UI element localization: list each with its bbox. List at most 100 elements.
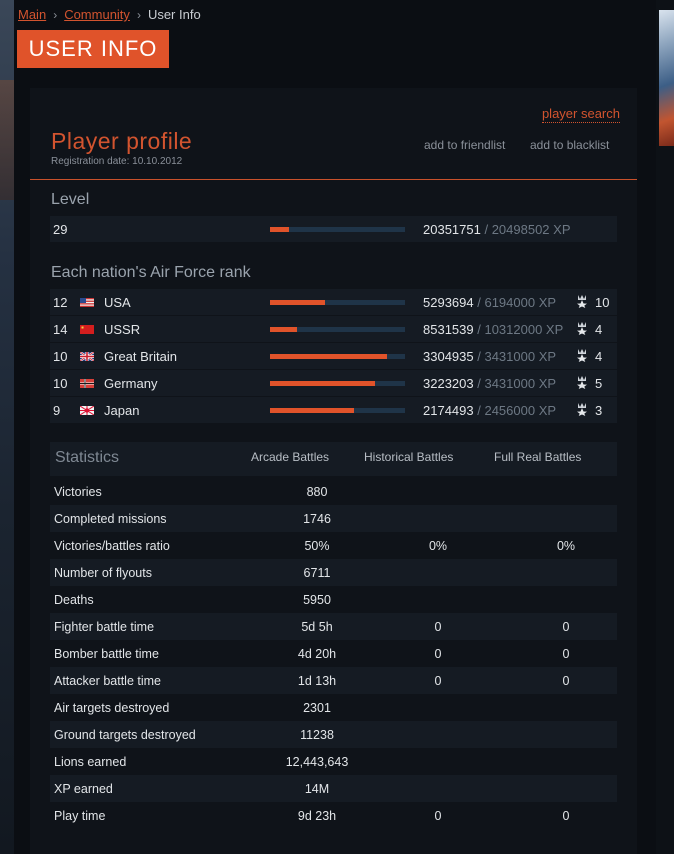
stats-row-label: Attacker battle time — [54, 674, 161, 688]
rank-progress-fill — [270, 327, 297, 332]
rank-progress-bar — [270, 354, 405, 359]
stats-row-label: Fighter battle time — [54, 620, 155, 634]
breadcrumb-main-link[interactable]: Main — [18, 7, 46, 22]
rank-medal-icon — [577, 322, 587, 335]
stats-column-arcade: Arcade Battles — [251, 450, 330, 464]
stats-value-arcade: 11238 — [300, 728, 334, 742]
breadcrumb-community-link[interactable]: Community — [64, 7, 130, 22]
stats-header: Statistics Arcade Battles Historical Bat… — [50, 442, 617, 476]
stats-value-arcade: 880 — [306, 485, 328, 499]
germany-flag-icon — [80, 379, 94, 388]
level-xp-max: / 20498502 XP — [484, 222, 571, 237]
stats-value-arcade: 12,443,643 — [285, 755, 349, 769]
rank-xp-current: 3223203 — [423, 376, 474, 391]
main-content: Main › Community › User Info USER INFO playe… — [14, 0, 656, 854]
aircraft-artwork — [659, 10, 674, 146]
stats-row: Deaths 5950 — [50, 586, 617, 613]
rank-level: 10 — [53, 376, 68, 391]
rank-row-usa: 12 USA 5293694 / 6194000 XP 10 — [50, 289, 617, 315]
stats-value-full-real: 0 — [562, 620, 570, 634]
stats-row-label: Completed missions — [54, 512, 167, 526]
rank-xp-max: / 3431000 XP — [477, 349, 557, 364]
add-to-friendlist-link[interactable]: add to friendlist — [424, 138, 505, 152]
stats-row: XP earned 14M — [50, 775, 617, 802]
rank-nation: USA — [104, 295, 131, 310]
stats-value-historical: 0 — [434, 620, 442, 634]
stats-row: Victories 880 — [50, 478, 617, 505]
rank-value: 4 — [595, 349, 603, 364]
left-background-art — [0, 0, 14, 854]
stats-value-arcade: 5950 — [303, 593, 331, 607]
level-progress-bar — [270, 227, 405, 232]
stats-row: Victories/battles ratio 50% 0% 0% — [50, 532, 617, 559]
right-background-panel — [656, 0, 674, 854]
ranks-heading: Each nation's Air Force rank — [51, 264, 251, 281]
rank-xp-current: 3304935 — [423, 349, 474, 364]
stats-row: Fighter battle time 5d 5h 0 0 — [50, 613, 617, 640]
rank-level: 10 — [53, 349, 68, 364]
rank-nation: Japan — [104, 403, 140, 418]
ussr-flag-icon — [80, 325, 94, 334]
stats-row-label: XP earned — [54, 782, 113, 796]
stats-value-full-real: 0 — [562, 674, 570, 688]
stats-row-label: Victories — [54, 485, 102, 499]
rank-progress-bar — [270, 327, 405, 332]
stats-row: Ground targets destroyed 11238 — [50, 721, 617, 748]
rank-medal-icon — [577, 376, 587, 389]
rank-value: 3 — [595, 403, 603, 418]
rank-level: 9 — [53, 403, 61, 418]
stats-value-full-real: 0% — [556, 539, 576, 553]
stats-row: Number of flyouts 6711 — [50, 559, 617, 586]
rank-xp-current: 8531539 — [423, 322, 474, 337]
stats-row: Completed missions 1746 — [50, 505, 617, 532]
rank-row-ussr: 14 USSR 8531539 / 10312000 XP 4 — [50, 316, 617, 342]
stats-value-arcade: 4d 20h — [297, 647, 337, 661]
stats-row-label: Bomber battle time — [54, 647, 159, 661]
stats-value-historical: 0 — [434, 647, 442, 661]
rank-level: 14 — [53, 322, 68, 337]
stats-row-label: Deaths — [54, 593, 94, 607]
stats-value-arcade: 1d 13h — [297, 674, 337, 688]
player-search-link[interactable]: player search — [541, 106, 620, 123]
breadcrumb-current: User Info — [147, 7, 201, 22]
rank-row-japan: 9 Japan 2174493 / 2456000 XP 3 — [50, 397, 617, 423]
rank-progress-fill — [270, 381, 376, 386]
stats-value-historical: 0 — [434, 809, 442, 823]
stats-value-full-real: 0 — [562, 647, 570, 661]
stats-value-arcade: 2301 — [303, 701, 331, 715]
stats-value-historical: 0 — [434, 674, 442, 688]
stats-row-label: Play time — [54, 809, 106, 823]
breadcrumb: Main › Community › User Info — [18, 7, 201, 22]
rank-row-germany: 10 Germany 3223203 / 3431000 XP 5 — [50, 370, 617, 396]
rank-row-great-britain: 10 Great Britain 3304935 / 3431000 XP 4 — [50, 343, 617, 369]
rank-progress-fill — [270, 354, 388, 359]
add-to-blacklist-link[interactable]: add to blacklist — [530, 138, 609, 152]
chevron-right-icon: › — [53, 8, 58, 22]
stats-row: Attacker battle time 1d 13h 0 0 — [50, 667, 617, 694]
rank-nation: USSR — [104, 322, 141, 337]
stats-value-full-real: 0 — [562, 809, 570, 823]
rank-level: 12 — [53, 295, 68, 310]
stats-row: Play time 9d 23h 0 0 — [50, 802, 617, 829]
gb-flag-icon — [80, 352, 94, 361]
usa-flag-icon — [80, 298, 94, 307]
stats-row-label: Air targets destroyed — [54, 701, 170, 715]
stats-value-arcade: 1746 — [303, 512, 331, 526]
stats-row-label: Number of flyouts — [54, 566, 152, 580]
rank-xp-max: / 10312000 XP — [477, 322, 564, 337]
rank-value: 10 — [595, 295, 610, 310]
rank-progress-fill — [270, 408, 354, 413]
level-xp-current: 20351751 — [423, 222, 481, 237]
rank-xp-max: / 2456000 XP — [477, 403, 557, 418]
level-heading: Level — [51, 191, 90, 208]
stats-column-historical: Historical Battles — [364, 450, 454, 464]
chevron-right-icon: › — [136, 8, 141, 22]
rank-value: 4 — [595, 322, 603, 337]
level-row: 29 20351751 / 20498502 XP — [50, 216, 617, 242]
level-value: 29 — [53, 222, 68, 237]
rank-value: 5 — [595, 376, 603, 391]
japan-flag-icon — [80, 406, 94, 415]
rank-progress-bar — [270, 300, 405, 305]
stats-value-historical: 0% — [428, 539, 448, 553]
stats-value-arcade: 14M — [304, 782, 330, 796]
